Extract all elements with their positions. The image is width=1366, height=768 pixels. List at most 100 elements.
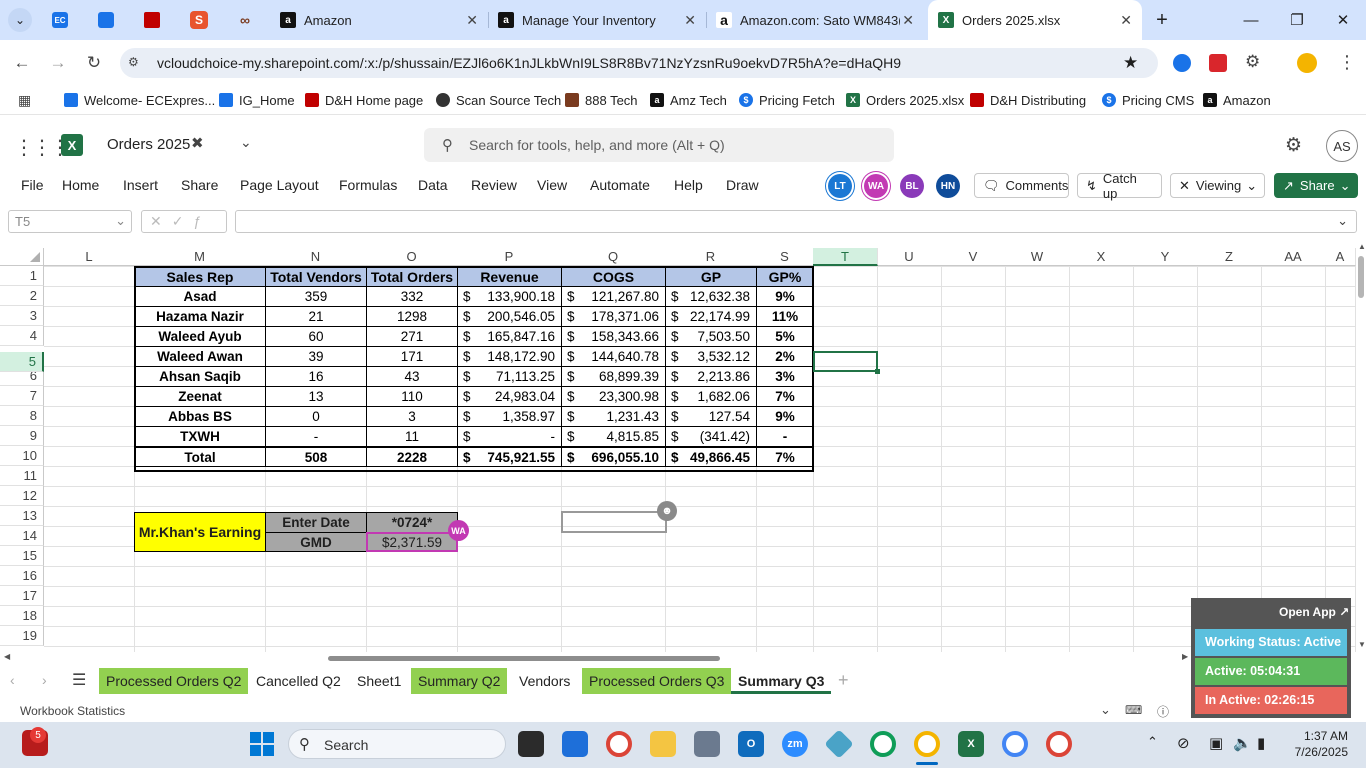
gmd-label[interactable]: GMD <box>265 532 367 552</box>
new-tab-plus-icon[interactable]: + <box>1150 8 1174 32</box>
table-cell[interactable]: $71,113.25 <box>457 366 562 387</box>
windows-start-icon[interactable] <box>250 732 274 756</box>
extension-blue-icon[interactable] <box>1173 54 1191 72</box>
table-cell[interactable]: - <box>265 426 367 447</box>
collaborator-avatar-bl[interactable]: BL <box>900 174 924 198</box>
column-header-o[interactable]: O <box>366 248 458 266</box>
taskbar-time[interactable]: 1:37 AM <box>1290 729 1348 743</box>
table-cell[interactable]: $22,174.99 <box>665 306 757 327</box>
battery-icon[interactable]: ▮ <box>1257 734 1265 752</box>
pinned-tab-ig-icon[interactable] <box>98 12 114 28</box>
total-row-cell[interactable]: $696,055.10 <box>561 446 666 467</box>
table-cell[interactable]: $158,343.66 <box>561 326 666 347</box>
select-all-corner[interactable] <box>0 248 44 266</box>
add-sheet-plus-icon[interactable]: + <box>838 670 849 691</box>
restore-icon[interactable]: ❐ <box>1274 0 1320 40</box>
column-header-p[interactable]: P <box>457 248 562 266</box>
column-header-u[interactable]: U <box>877 248 942 266</box>
column-header-v[interactable]: V <box>941 248 1006 266</box>
table-cell[interactable]: $1,358.97 <box>457 406 562 427</box>
row-header-12[interactable]: 12 <box>0 486 44 506</box>
bookmark-pricing-cms[interactable]: $ Pricing CMS <box>1102 91 1194 109</box>
row-header-2[interactable]: 2 <box>0 286 44 306</box>
bookmark-ecexpress[interactable]: Welcome- ECExpres... <box>64 91 215 109</box>
bookmark-dh-distributing[interactable]: D&H Distributing <box>970 91 1086 109</box>
pinned-tab-s-icon[interactable]: S <box>190 11 208 29</box>
forward-arrow-icon[interactable]: → <box>45 50 71 76</box>
table-cell[interactable]: $200,546.05 <box>457 306 562 327</box>
column-header-s[interactable]: S <box>756 248 814 266</box>
total-row-cell[interactable]: 2228 <box>366 446 458 467</box>
table-cell[interactable]: $2,213.86 <box>665 366 757 387</box>
table-cell[interactable]: 39 <box>265 346 367 367</box>
bookmark-888-tech[interactable]: 888 Tech <box>565 91 638 109</box>
total-row-cell[interactable]: $49,866.45 <box>665 446 757 467</box>
table-cell[interactable]: $ - <box>457 426 562 447</box>
enter-date-value[interactable]: *0724* <box>366 512 458 533</box>
workbook-statistics[interactable]: Workbook Statistics <box>20 704 125 718</box>
fill-handle[interactable] <box>875 369 880 374</box>
ribbon-tab-file[interactable]: File <box>21 177 44 193</box>
table-cell[interactable]: 11% <box>756 306 814 327</box>
column-header-x[interactable]: X <box>1069 248 1134 266</box>
table-cell[interactable]: 16 <box>265 366 367 387</box>
bookmark-amz-tech[interactable]: a Amz Tech <box>650 91 727 109</box>
table-cell[interactable]: 5% <box>756 326 814 347</box>
ribbon-tab-home[interactable]: Home <box>62 177 99 193</box>
table-cell[interactable]: 60 <box>265 326 367 347</box>
row-header-15[interactable]: 15 <box>0 546 44 566</box>
table-cell[interactable]: TXWH <box>134 426 266 447</box>
close-icon[interactable]: ✕ <box>1120 12 1132 29</box>
chrome-profile2-icon[interactable] <box>1002 731 1028 757</box>
table-cell[interactable]: 21 <box>265 306 367 327</box>
ribbon-tab-help[interactable]: Help <box>674 177 703 193</box>
bookmark-scan-source[interactable]: Scan Source Tech <box>436 91 561 109</box>
sheet-tab-processed-orders-q2[interactable]: Processed Orders Q2 <box>99 668 249 694</box>
table-cell[interactable]: 13 <box>265 386 367 407</box>
table-cell[interactable]: $12,632.38 <box>665 286 757 307</box>
bookmark-orders-xlsx[interactable]: X Orders 2025.xlsx <box>846 91 964 109</box>
row-header-10[interactable]: 10 <box>0 446 44 466</box>
vertical-scroll-thumb[interactable] <box>1358 256 1364 298</box>
table-cell[interactable]: $178,371.06 <box>561 306 666 327</box>
site-info-icon[interactable]: ⚙ <box>128 55 144 71</box>
close-icon[interactable]: ✕ <box>466 12 478 29</box>
outlook-icon[interactable]: O <box>738 731 764 757</box>
share-button[interactable]: ↗ Share ⌄ <box>1274 173 1358 198</box>
chrome-active-icon[interactable] <box>914 731 940 757</box>
table-cell[interactable]: $165,847.16 <box>457 326 562 347</box>
column-header-t-selected[interactable]: T <box>813 248 878 266</box>
pin-icon[interactable]: ✖ <box>191 134 204 152</box>
chevron-down-icon[interactable]: ⌄ <box>240 134 252 151</box>
row-header-3[interactable]: 3 <box>0 306 44 326</box>
table-header-cell[interactable]: Revenue <box>457 266 562 287</box>
ribbon-tab-page-layout[interactable]: Page Layout <box>240 177 319 193</box>
chrome-icon[interactable] <box>606 731 632 757</box>
keyboard-icon[interactable]: ⌨ <box>1125 703 1142 717</box>
bookmark-dh-home[interactable]: D&H Home page <box>305 91 423 109</box>
earning-label[interactable]: Mr.Khan's Earning <box>134 512 266 552</box>
taskbar-search[interactable]: ⚲ Search <box>288 729 506 759</box>
total-row-cell[interactable]: Total <box>134 446 266 467</box>
table-header-cell[interactable]: COGS <box>561 266 666 287</box>
total-row-cell[interactable]: 508 <box>265 446 367 467</box>
table-header-cell[interactable]: Sales Rep <box>134 266 266 287</box>
sheet-next-icon[interactable]: › <box>42 672 47 688</box>
sheet-tab-summary-q3[interactable]: Summary Q3 <box>731 668 832 694</box>
collaborator-avatar-wa[interactable]: WA <box>864 174 888 198</box>
tray-chevron-up-icon[interactable]: ⌃ <box>1147 734 1158 750</box>
open-app-link[interactable]: Open App ↗ <box>1279 605 1349 619</box>
bookmark-amazon[interactable]: a Amazon <box>1203 91 1271 109</box>
column-header-a[interactable]: A <box>1325 248 1356 266</box>
table-cell[interactable]: Waleed Awan <box>134 346 266 367</box>
ribbon-tab-review[interactable]: Review <box>471 177 517 193</box>
table-cell[interactable]: Ahsan Saqib <box>134 366 266 387</box>
table-cell[interactable]: $1,231.43 <box>561 406 666 427</box>
chevron-down-icon[interactable]: ⌄ <box>1100 702 1111 718</box>
browser-menu-icon[interactable]: ⋮ <box>1338 52 1356 73</box>
sheet-tab-summary-q2[interactable]: Summary Q2 <box>411 668 508 694</box>
close-icon[interactable]: ✕ <box>684 12 696 29</box>
table-cell[interactable]: 110 <box>366 386 458 407</box>
chevron-down-icon[interactable]: ⌄ <box>1337 213 1348 229</box>
apps-grid-icon[interactable]: ▦ <box>18 92 31 109</box>
